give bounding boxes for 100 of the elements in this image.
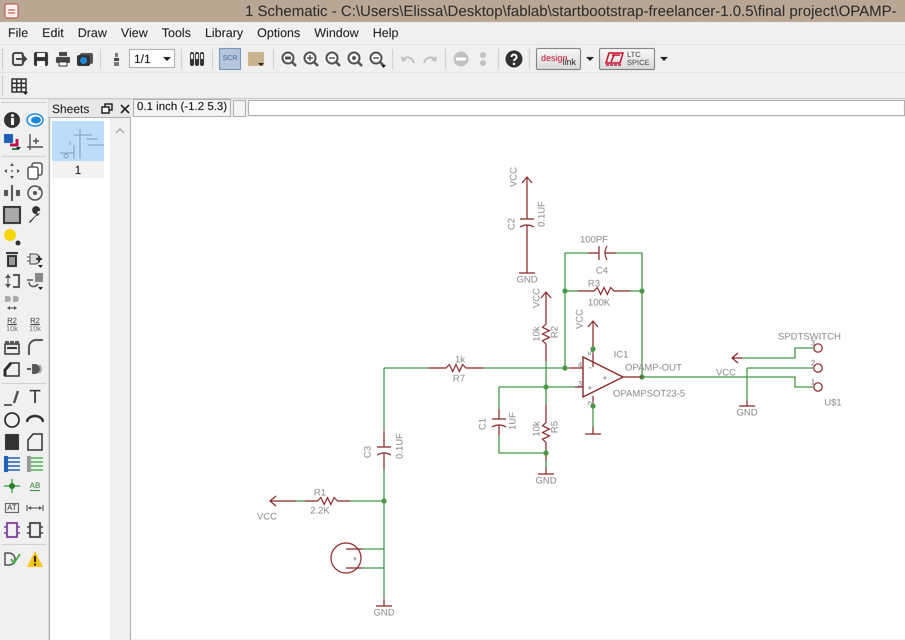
- miter-icon[interactable]: [26, 338, 44, 356]
- schematic-label: C3: [362, 446, 374, 458]
- attribute-tool-button[interactable]: AT: [3, 499, 21, 517]
- mirror-icon[interactable]: [3, 184, 21, 202]
- open-icon[interactable]: [10, 50, 28, 68]
- move-icon[interactable]: [3, 162, 21, 180]
- junction-dot: [590, 346, 596, 352]
- junction-dot: [590, 403, 596, 409]
- replace-icon[interactable]: [26, 272, 44, 290]
- menu-item[interactable]: Window: [308, 26, 365, 40]
- zoom-fit-icon[interactable]: [280, 50, 298, 68]
- wire: [498, 435, 546, 454]
- print-icon[interactable]: [54, 50, 72, 68]
- trash-icon[interactable]: [3, 250, 21, 268]
- restore-icon[interactable]: [101, 102, 114, 114]
- wire: [592, 409, 594, 427]
- schematic-label: R1: [314, 488, 326, 498]
- info-icon[interactable]: [3, 111, 21, 129]
- schematic-label: 2.2K: [310, 506, 330, 516]
- capacitor-symbol: [587, 245, 617, 261]
- warning-icon[interactable]: [26, 550, 44, 568]
- junction-dot: [562, 288, 568, 294]
- bus-icon[interactable]: [3, 455, 21, 473]
- schematic-label: 3: [578, 380, 582, 388]
- supply-arrow: [269, 495, 297, 507]
- panel-header: Sheets: [49, 99, 131, 117]
- eye-icon[interactable]: [26, 111, 44, 129]
- gate-swap-icon[interactable]: [3, 294, 21, 312]
- slope-icon[interactable]: [3, 360, 21, 378]
- schematic-label: IC1: [614, 350, 628, 360]
- resistor-symbol: [428, 363, 484, 373]
- pin-line: [623, 376, 642, 378]
- ground-symbol: [518, 266, 536, 274]
- layers-icon[interactable]: [3, 133, 21, 151]
- label-tool-button[interactable]: AB: [26, 477, 44, 495]
- pin-swap-icon[interactable]: [3, 272, 21, 290]
- command-field[interactable]: [248, 100, 905, 116]
- resistor-symbol: [541, 307, 551, 361]
- capacitor-symbol: [491, 408, 507, 436]
- menu-item[interactable]: View: [114, 26, 154, 40]
- schematic-label: 0.1UF: [394, 433, 406, 459]
- capacitor-symbol: [519, 194, 535, 250]
- save-icon[interactable]: [32, 50, 50, 68]
- schematic-label: VCC: [256, 512, 278, 522]
- switch-pin: [813, 363, 823, 373]
- zoom-select-icon[interactable]: [368, 50, 386, 68]
- schematic-label: +: [602, 374, 608, 382]
- grid-icon[interactable]: [10, 76, 28, 94]
- schematic-label: VCC: [574, 308, 586, 330]
- wire: [296, 500, 305, 502]
- close-icon[interactable]: [119, 102, 132, 114]
- crosshair-icon[interactable]: [26, 133, 44, 151]
- supply-arrow: [540, 291, 552, 308]
- sheet-item[interactable]: 1: [52, 121, 104, 178]
- help-icon[interactable]: [505, 50, 523, 68]
- ltc-logo-icon: [604, 50, 624, 66]
- erc-icon[interactable]: [3, 550, 21, 568]
- text-tool-button[interactable]: T: [26, 389, 44, 407]
- menu-item[interactable]: Draw: [72, 26, 113, 40]
- menu-item[interactable]: File: [2, 26, 34, 40]
- zoom-redraw-icon[interactable]: [346, 50, 364, 68]
- frame-icon[interactable]: [3, 521, 21, 539]
- menu-item[interactable]: Library: [198, 26, 250, 40]
- split-icon[interactable]: [3, 338, 21, 356]
- junction-dot: [562, 365, 568, 371]
- sheet-dropdown[interactable]: 1/1: [129, 49, 175, 68]
- schematic-label: 0.1UF: [536, 201, 548, 227]
- bars-icon[interactable]: [188, 50, 206, 68]
- pin-line: [345, 548, 363, 569]
- menu-item[interactable]: Help: [366, 26, 404, 40]
- schematic-label: 5: [586, 350, 596, 356]
- rotate-icon[interactable]: [26, 184, 44, 202]
- scrollbar[interactable]: [110, 118, 130, 640]
- schematic-label: 3: [810, 338, 816, 348]
- circle-icon[interactable]: [3, 411, 21, 429]
- caret-icon[interactable]: [658, 56, 669, 62]
- app-icon: [3, 2, 21, 20]
- wire: [742, 347, 813, 359]
- polygon-icon[interactable]: [26, 433, 44, 451]
- schematic-label: 100PF: [580, 234, 608, 246]
- square-icon[interactable]: [3, 206, 21, 224]
- menu-item[interactable]: Tools: [156, 26, 197, 40]
- dot-icon[interactable]: [3, 228, 21, 246]
- zoom-in-icon[interactable]: [302, 50, 320, 68]
- pin-line: [526, 249, 528, 267]
- ground-symbol: [584, 426, 602, 435]
- schematic-label: GND: [516, 274, 538, 286]
- menu-item[interactable]: Edit: [36, 26, 70, 40]
- caret-icon[interactable]: [585, 56, 596, 62]
- menu-item[interactable]: Options: [251, 26, 306, 40]
- copy-icon[interactable]: [26, 162, 44, 180]
- schematic-label: R5: [550, 420, 560, 434]
- junction-icon[interactable]: [3, 477, 21, 495]
- design-link-button[interactable]: designlink: [536, 48, 582, 70]
- schematic-label: 10k: [532, 421, 542, 437]
- module-icon[interactable]: [26, 521, 44, 539]
- line-icon[interactable]: [3, 389, 21, 407]
- filled-rectangle-icon[interactable]: [3, 433, 21, 451]
- schematic-label: 100K: [588, 298, 610, 308]
- zoom-out-icon[interactable]: [324, 50, 342, 68]
